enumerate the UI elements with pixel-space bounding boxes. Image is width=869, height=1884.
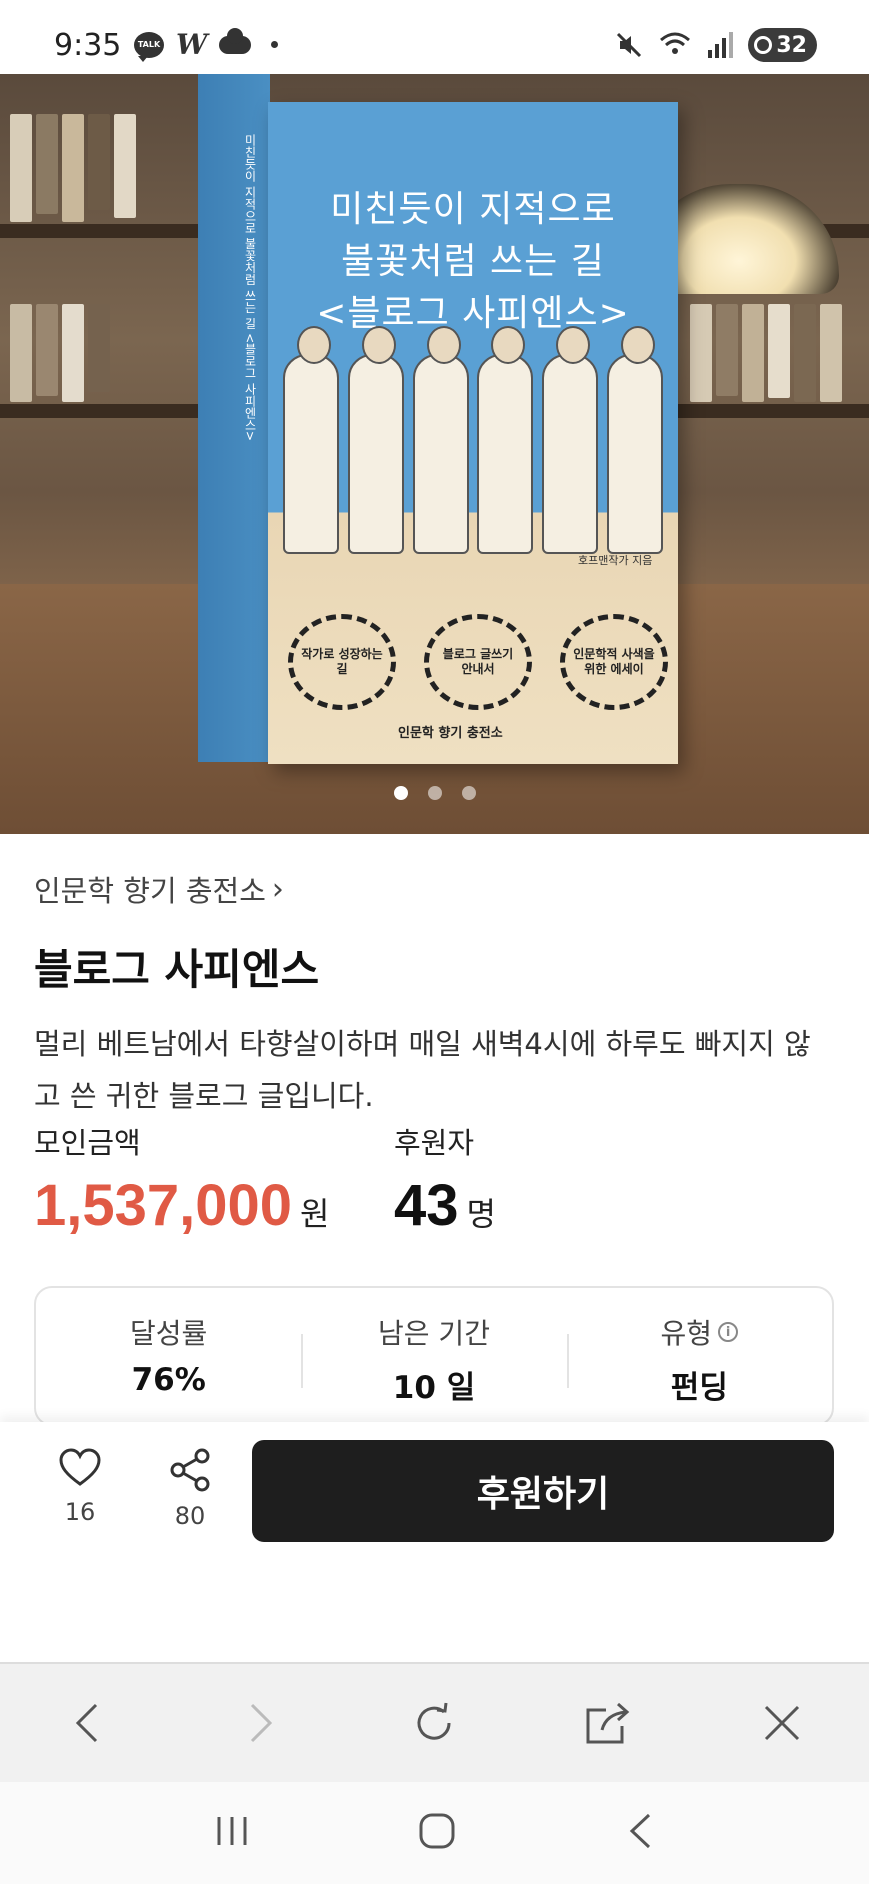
backers-value: 43 bbox=[394, 1173, 459, 1238]
battery-icon bbox=[754, 36, 773, 54]
book-spine: 미친듯이 지적으로 불꽃처럼 쓰는 길 <블로그 사피엔스> bbox=[198, 74, 270, 762]
close-browser-button[interactable] bbox=[747, 1688, 817, 1758]
book-cover-author: 호프맨작가 지음 bbox=[578, 554, 653, 567]
background-books bbox=[10, 304, 110, 402]
like-count: 16 bbox=[64, 1498, 96, 1526]
back-nav-button[interactable] bbox=[52, 1688, 122, 1758]
recent-apps-icon bbox=[217, 1817, 247, 1845]
chevron-right-icon bbox=[250, 1703, 272, 1743]
close-icon bbox=[765, 1705, 800, 1741]
stat-label: 남은 기간 bbox=[378, 1317, 490, 1350]
stat-value: 펀딩 bbox=[670, 1370, 728, 1406]
amount-raised: 1,537,000 원 bbox=[34, 1172, 329, 1239]
amount-value: 1,537,000 bbox=[34, 1173, 293, 1238]
chevron-left-icon bbox=[75, 1703, 97, 1743]
laurel-badge: 블로그 글쓰기 안내서 bbox=[424, 614, 532, 710]
forward-nav-button[interactable] bbox=[226, 1688, 296, 1758]
cloud-icon bbox=[219, 27, 252, 54]
book-cover: 미친듯이 지적으로 불꽃처럼 쓰는 길 <블로그 사피엔스> 미친듯이 지적으로… bbox=[198, 74, 678, 764]
w-app-icon: W bbox=[176, 28, 208, 61]
stats-box: 달성률 76% 남은 기간 10 일 유형 i 펀딩 bbox=[34, 1286, 834, 1426]
project-description: 멀리 베트남에서 타향살이하며 매일 새벽4시에 하루도 빠지지 않고 쓴 귀한… bbox=[34, 1027, 811, 1113]
chevron-right-icon: › bbox=[271, 871, 284, 907]
creator-name: 인문학 향기 충전소 bbox=[34, 874, 266, 908]
system-navigation-bar bbox=[0, 1782, 869, 1884]
share-count: 80 bbox=[174, 1502, 206, 1530]
signal-icon bbox=[708, 32, 734, 58]
book-illustration bbox=[283, 314, 663, 554]
project-title: 블로그 사피엔스 bbox=[34, 945, 320, 994]
open-external-button[interactable] bbox=[573, 1688, 643, 1758]
book-cover-publisher: 인문학 향기 충전소 bbox=[398, 726, 503, 741]
laurel-badge: 작가로 성장하는 길 bbox=[288, 614, 396, 710]
backers-unit: 명 bbox=[466, 1195, 496, 1233]
stat-type: 유형 i 펀딩 bbox=[566, 1288, 832, 1424]
laurel-badge: 인문학적 사색을 위한 에세이 bbox=[560, 614, 668, 710]
stat-remaining: 남은 기간 10 일 bbox=[301, 1288, 566, 1424]
like-button[interactable]: 16 bbox=[40, 1448, 120, 1526]
home-button[interactable] bbox=[418, 1812, 456, 1854]
stat-value: 76% bbox=[131, 1362, 206, 1398]
status-time: 9:35 bbox=[54, 28, 122, 63]
info-icon[interactable]: i bbox=[718, 1322, 739, 1342]
stat-achievement: 달성률 76% bbox=[36, 1288, 301, 1424]
battery-indicator: 32 bbox=[748, 28, 817, 62]
carousel-dot-active[interactable] bbox=[393, 786, 408, 800]
background-books bbox=[690, 304, 842, 402]
share-button[interactable]: 80 bbox=[150, 1448, 230, 1530]
creator-link[interactable]: 인문학 향기 충전소 › bbox=[34, 868, 284, 910]
more-notifications-icon bbox=[271, 41, 279, 48]
reload-icon bbox=[417, 1702, 451, 1740]
amount-label: 모인금액 bbox=[34, 1126, 141, 1160]
stat-label: 유형 i bbox=[567, 1312, 832, 1352]
system-icons: 32 bbox=[614, 28, 817, 62]
carousel-indicator bbox=[0, 786, 869, 800]
home-icon bbox=[419, 1813, 455, 1849]
reload-button[interactable] bbox=[399, 1688, 469, 1758]
book-spine-text: 미친듯이 지적으로 불꽃처럼 쓰는 길 <블로그 사피엔스> bbox=[243, 134, 257, 441]
browser-toolbar bbox=[0, 1662, 869, 1782]
stat-label: 달성률 bbox=[130, 1317, 208, 1350]
carousel-dot[interactable] bbox=[461, 786, 476, 800]
background-books bbox=[10, 114, 136, 222]
status-bar: 9:35 TALK W 32 bbox=[0, 0, 869, 74]
notification-icons: TALK W bbox=[134, 27, 279, 62]
recent-apps-button[interactable] bbox=[214, 1815, 250, 1851]
action-bar: 16 80 후원하기 bbox=[0, 1422, 869, 1662]
amount-unit: 원 bbox=[300, 1195, 330, 1233]
open-external-icon bbox=[586, 1702, 630, 1744]
wifi-icon bbox=[660, 32, 691, 54]
system-back-button[interactable] bbox=[625, 1812, 655, 1854]
mute-icon bbox=[617, 32, 642, 58]
backers-count: 43 명 bbox=[394, 1172, 496, 1239]
hero-image-carousel[interactable]: 미친듯이 지적으로 불꽃처럼 쓰는 길 <블로그 사피엔스> 미친듯이 지적으로… bbox=[0, 74, 869, 834]
carousel-dot[interactable] bbox=[427, 786, 442, 800]
book-badges: 작가로 성장하는 길 블로그 글쓰기 안내서 인문학적 사색을 위한 에세이 bbox=[288, 614, 668, 710]
backers-label: 후원자 bbox=[394, 1126, 475, 1160]
back-project-button[interactable]: 후원하기 bbox=[252, 1440, 834, 1542]
stat-value: 10 일 bbox=[392, 1370, 476, 1406]
kakaotalk-icon: TALK bbox=[134, 31, 164, 62]
back-icon bbox=[629, 1813, 650, 1849]
battery-level: 32 bbox=[776, 32, 807, 58]
heart-icon bbox=[59, 1448, 101, 1486]
type-label-text: 유형 bbox=[660, 1317, 713, 1350]
share-icon bbox=[170, 1448, 210, 1492]
